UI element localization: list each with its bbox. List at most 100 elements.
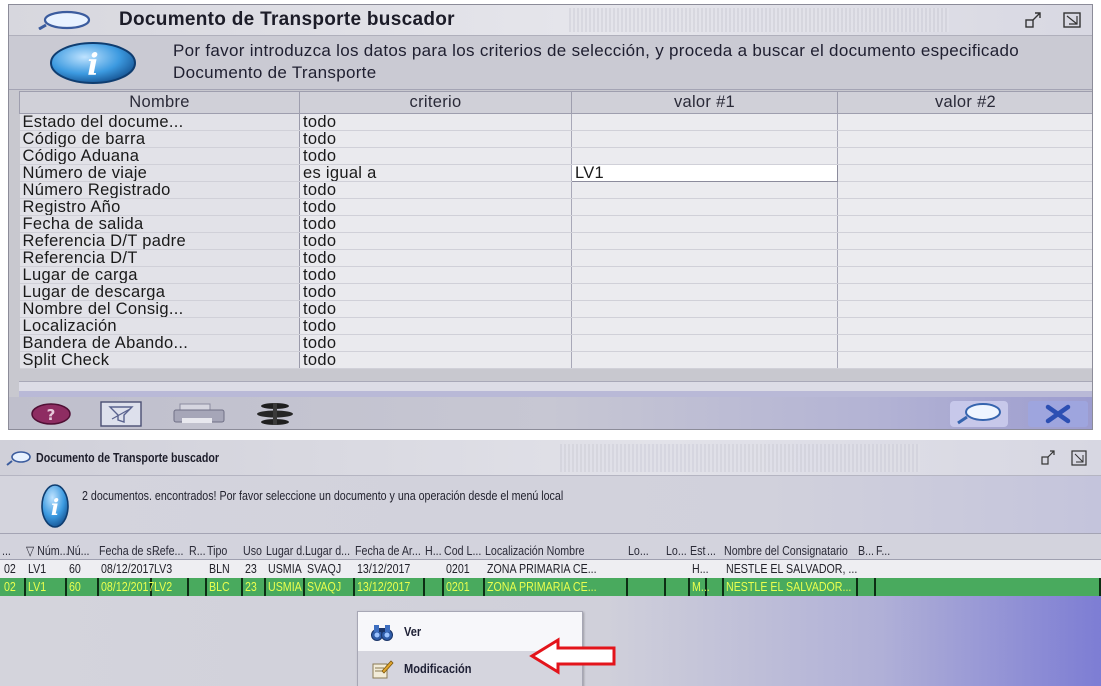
results-col-lugar-descarga-cell: SVAQJ (307, 561, 342, 576)
minimize-icon[interactable] (1071, 450, 1087, 466)
criteria-value-1-cell[interactable] (571, 113, 838, 131)
criteria-value-1-cell[interactable] (571, 351, 838, 369)
column-header[interactable]: Refe... (152, 543, 183, 558)
criteria-value-1-cell[interactable] (571, 215, 838, 233)
criteria-row[interactable]: Código de barra todo (19, 130, 1092, 148)
criteria-operator-cell[interactable]: todo (299, 198, 572, 216)
criteria-operator-cell[interactable]: todo (299, 215, 572, 233)
table-row[interactable]: 02 LV1 60 08/12/2017 LV3 BLN 23 USMIA SVAQJ 13/12… (0, 560, 1101, 578)
undock-icon[interactable] (1024, 11, 1044, 29)
criteria-value-1-cell[interactable]: LV1 (571, 164, 838, 182)
column-header[interactable]: Cod L... (444, 543, 481, 558)
search-button[interactable] (949, 401, 1009, 427)
criteria-value-2-cell[interactable] (837, 317, 1092, 335)
criteria-row[interactable]: Número de viaje es igual a LV1 (19, 164, 1092, 182)
criteria-operator-cell[interactable]: todo (299, 181, 572, 199)
criteria-operator-cell[interactable]: todo (299, 249, 572, 267)
column-header[interactable]: Nú... (67, 543, 90, 558)
criteria-value-1-cell[interactable] (571, 300, 838, 318)
column-header[interactable]: Nombre del Consignatario (724, 543, 848, 558)
criteria-value-1-cell[interactable] (571, 334, 838, 352)
column-header[interactable]: ... (707, 543, 716, 558)
criteria-row[interactable]: Número Registrado todo (19, 181, 1092, 199)
print-button[interactable] (169, 401, 229, 427)
criteria-row[interactable]: Estado del docume... todo (19, 113, 1092, 131)
criteria-row[interactable]: Código Aduana todo (19, 147, 1092, 165)
column-header[interactable]: Uso (243, 543, 262, 558)
criteria-value-2-cell[interactable] (837, 181, 1092, 199)
column-header[interactable]: B... (858, 543, 874, 558)
criteria-value-2-cell[interactable] (837, 334, 1092, 352)
criteria-value-1-cell[interactable] (571, 266, 838, 284)
column-header[interactable]: R... (189, 543, 206, 558)
criteria-row[interactable]: Lugar de descarga todo (19, 283, 1092, 301)
criteria-value-1-cell[interactable] (571, 147, 838, 165)
column-header[interactable]: ... (2, 543, 11, 558)
criteria-value-2-cell[interactable] (837, 249, 1092, 267)
criteria-operator-cell[interactable]: todo (299, 147, 572, 165)
criteria-row[interactable]: Bandera de Abando... todo (19, 334, 1092, 352)
criteria-value-2-cell[interactable] (837, 130, 1092, 148)
column-header-criterio[interactable]: criterio (299, 91, 572, 114)
criteria-operator-cell[interactable]: es igual a (299, 164, 572, 182)
column-header[interactable]: Lo... (666, 543, 687, 558)
column-header[interactable]: F... (876, 543, 890, 558)
criteria-value-1-cell[interactable] (571, 232, 838, 250)
criteria-value-2-cell[interactable] (837, 351, 1092, 369)
criteria-name-cell: Código de barra (19, 130, 300, 148)
criteria-value-2-cell[interactable] (837, 198, 1092, 216)
criteria-operator-cell[interactable]: todo (299, 300, 572, 318)
results-col-nu-cell: 60 (69, 579, 81, 594)
column-header[interactable]: Fecha de Ar... (355, 543, 421, 558)
criteria-value-1-cell[interactable] (571, 130, 838, 148)
column-header[interactable]: ▽ Núm... (26, 543, 69, 559)
criteria-value-2-cell[interactable] (837, 300, 1092, 318)
criteria-value-2-cell[interactable] (837, 147, 1092, 165)
criteria-operator-cell[interactable]: todo (299, 266, 572, 284)
column-header[interactable]: Lugar d... (305, 543, 350, 558)
criteria-value-2-cell[interactable] (837, 283, 1092, 301)
criteria-row[interactable]: Registro Año todo (19, 198, 1092, 216)
column-header[interactable]: Est (690, 543, 705, 558)
criteria-operator-cell[interactable]: todo (299, 113, 572, 131)
criteria-value-1-cell[interactable] (571, 181, 838, 199)
column-header[interactable]: Tipo (207, 543, 227, 558)
criteria-row[interactable]: Split Check todo (19, 351, 1092, 369)
criteria-value-1-cell[interactable] (571, 198, 838, 216)
criteria-value-2-cell[interactable] (837, 215, 1092, 233)
traffic-light-button[interactable] (245, 401, 305, 427)
criteria-value-1-cell[interactable] (571, 317, 838, 335)
clear-filter-button[interactable] (99, 401, 143, 427)
criteria-row[interactable]: Referencia D/T todo (19, 249, 1092, 267)
criteria-row[interactable]: Localización todo (19, 317, 1092, 335)
criteria-row[interactable]: Referencia D/T padre todo (19, 232, 1092, 250)
results-col-cod-loc-cell: 0201 (446, 579, 470, 594)
criteria-value-1-cell[interactable] (571, 283, 838, 301)
column-header[interactable]: H... (425, 543, 442, 558)
criteria-value-2-cell[interactable] (837, 164, 1092, 182)
undock-icon[interactable] (1041, 450, 1057, 466)
criteria-row[interactable]: Fecha de salida todo (19, 215, 1092, 233)
criteria-value-2-cell[interactable] (837, 113, 1092, 131)
minimize-icon[interactable] (1062, 11, 1082, 29)
column-header-valor-1[interactable]: valor #1 (571, 91, 838, 114)
column-header-valor-2[interactable]: valor #2 (837, 91, 1092, 114)
criteria-value-1-cell[interactable] (571, 249, 838, 267)
criteria-row[interactable]: Lugar de carga todo (19, 266, 1092, 284)
column-header[interactable]: Localización Nombre (485, 543, 585, 558)
column-header-nombre[interactable]: Nombre (19, 91, 300, 114)
criteria-operator-cell[interactable]: todo (299, 334, 572, 352)
criteria-operator-cell[interactable]: todo (299, 232, 572, 250)
criteria-value-2-cell[interactable] (837, 232, 1092, 250)
help-button[interactable]: ? (29, 401, 73, 427)
criteria-value-2-cell[interactable] (837, 266, 1092, 284)
close-button[interactable] (1027, 401, 1089, 427)
criteria-operator-cell[interactable]: todo (299, 351, 572, 369)
criteria-operator-cell[interactable]: todo (299, 283, 572, 301)
criteria-operator-cell[interactable]: todo (299, 130, 572, 148)
table-row-selected[interactable]: 02 LV1 60 08/12/2017 LV2 BLC 23 USMIA SVAQJ 13/12… (0, 578, 1101, 596)
criteria-row[interactable]: Nombre del Consig... todo (19, 300, 1092, 318)
criteria-operator-cell[interactable]: todo (299, 317, 572, 335)
search-toolbar: ? (9, 397, 1092, 429)
column-header[interactable]: Lo... (628, 543, 649, 558)
